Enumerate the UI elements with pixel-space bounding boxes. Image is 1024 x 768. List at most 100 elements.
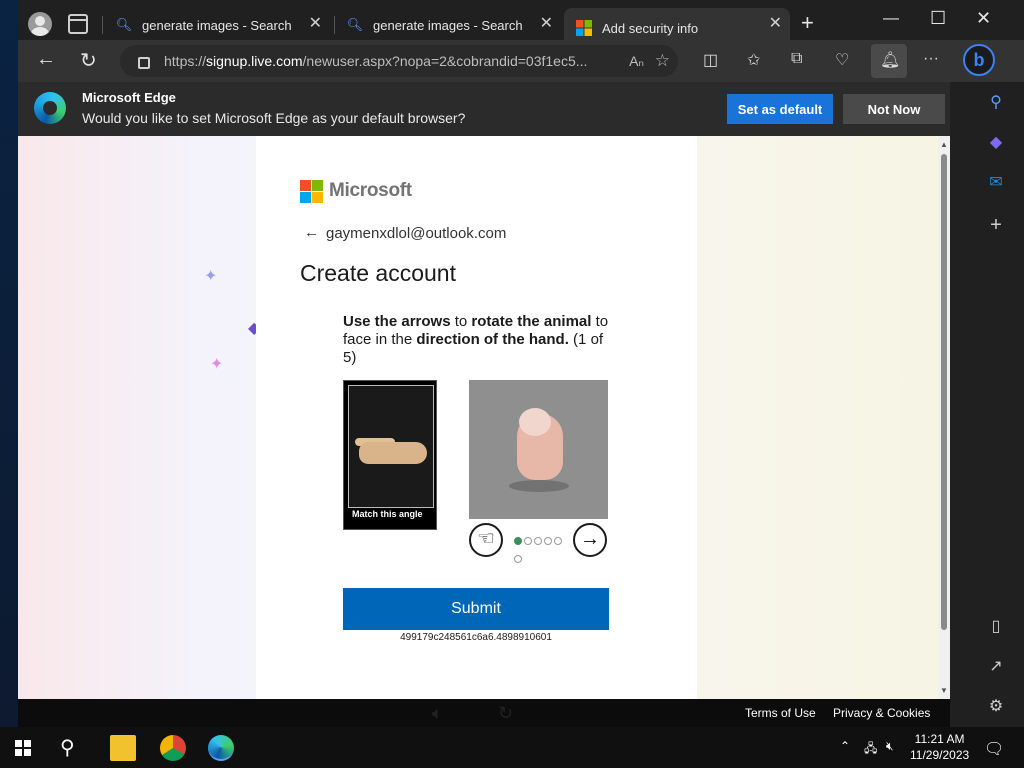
add-icon[interactable]: +	[968, 214, 1024, 237]
chevron-up-icon[interactable]: ⌃	[840, 739, 850, 753]
scroll-thumb[interactable]	[941, 154, 947, 630]
hide-sidebar-icon[interactable]: ▯	[968, 616, 1024, 636]
new-tab-icon[interactable]: +	[801, 12, 814, 34]
minimize-icon[interactable]: —	[883, 10, 899, 28]
progress-dots	[514, 532, 564, 568]
progress-dot	[514, 555, 522, 563]
signup-card: Microsoft ← gaymenxdlol@outlook.com Crea…	[256, 136, 697, 699]
copilot-icon[interactable]: ◆	[968, 132, 1024, 152]
match-angle-label: Match this angle	[352, 509, 423, 519]
address-bar[interactable]: https:// signup.live.com /newuser.aspx?n…	[120, 45, 678, 77]
more-icon[interactable]: ···	[923, 50, 939, 68]
chrome-icon[interactable]	[160, 735, 186, 761]
microsoft-wordmark: Microsoft	[329, 180, 412, 201]
maximize-icon[interactable]: ☐	[930, 8, 946, 29]
browser-window: 🔍︎ generate images - Search ✕ 🔍︎ generat…	[18, 0, 1024, 727]
tab-search-2[interactable]: 🔍︎ generate images - Search ✕	[335, 8, 561, 42]
rotate-right-button[interactable]: →	[573, 523, 607, 557]
search-icon[interactable]: ⚲	[60, 735, 86, 761]
edge-icon[interactable]	[208, 735, 234, 761]
search-icon: 🔍︎	[115, 17, 133, 32]
sparkle-decoration: ✦	[210, 356, 224, 373]
windows-start-icon[interactable]	[15, 740, 31, 756]
refresh-icon[interactable]: ↻	[80, 48, 97, 73]
url-path: /newuser.aspx?nopa=2&cobrandid=03f1ec5..…	[302, 53, 588, 69]
url-host: signup.live.com	[206, 53, 303, 69]
back-arrow-icon[interactable]: ←	[304, 224, 319, 241]
read-aloud-icon[interactable]: Aₙ	[629, 53, 644, 70]
url-prefix: https://	[164, 53, 207, 69]
file-explorer-icon[interactable]	[110, 735, 136, 761]
collections-icon[interactable]: ⧉	[791, 50, 802, 68]
system-clock[interactable]: 11:21 AM 11/29/2023	[910, 731, 969, 763]
infobar-message: Would you like to set Microsoft Edge as …	[82, 110, 466, 126]
instr-text-1: to	[450, 313, 472, 330]
animal-image	[469, 380, 608, 519]
page-footer: 🔈︎ ↻ Terms of Use Privacy & Cookies	[18, 699, 950, 727]
animal-shadow	[509, 480, 569, 492]
instr-bold-3: direction of the hand.	[416, 331, 569, 348]
notification-center-icon[interactable]: 🗨︎	[984, 739, 1004, 759]
split-screen-icon[interactable]: ◫	[703, 50, 718, 70]
tab-label: Add security info	[602, 20, 699, 36]
audio-challenge-icon[interactable]: 🔈︎	[432, 703, 443, 724]
submit-button[interactable]: Submit	[343, 588, 609, 630]
not-now-button[interactable]: Not Now	[843, 94, 945, 124]
progress-dot	[544, 537, 552, 545]
page-scrollbar[interactable]: ▲ ▼	[938, 136, 950, 699]
instr-bold-1: Use the arrows	[343, 313, 451, 330]
progress-dot	[514, 537, 522, 545]
settings-icon[interactable]: ⚙	[968, 696, 1024, 716]
hand-frame	[348, 385, 434, 508]
set-as-default-button[interactable]: Set as default	[727, 94, 833, 124]
reload-challenge-icon[interactable]: ↻	[498, 703, 513, 724]
lock-icon[interactable]	[138, 57, 150, 69]
close-window-icon[interactable]: ✕	[976, 8, 991, 29]
close-icon[interactable]: ✕	[769, 16, 782, 32]
windows-taskbar: ⚲ ⌃ 🖧︎ 🔇︎ 11:21 AM 11/29/2023 🗨︎	[0, 727, 1024, 768]
search-icon: 🔍︎	[346, 17, 364, 32]
infobar-title: Microsoft Edge	[82, 90, 176, 105]
profile-avatar[interactable]	[28, 12, 52, 36]
edge-sidebar: ⚲ ◆ ✉ + ▯ ↗ ⚙	[968, 82, 1024, 727]
progress-dot	[524, 537, 532, 545]
navigation-toolbar: ← ↻ https:// signup.live.com /newuser.as…	[18, 40, 1024, 82]
scroll-down-icon[interactable]: ▼	[940, 686, 948, 695]
network-icon[interactable]: 🖧︎	[864, 739, 877, 760]
animal-head	[519, 408, 551, 436]
back-icon[interactable]: ←	[36, 48, 56, 71]
reference-hand-image: Match this angle	[343, 380, 437, 530]
bing-copilot-icon[interactable]: b	[963, 44, 995, 76]
tab-label: generate images - Search	[373, 17, 523, 33]
page-content: ✦ ◆ ✦ Microsoft ← gaymenxdlol@outlook.co…	[18, 136, 950, 699]
outlook-icon[interactable]: ✉	[968, 172, 1024, 192]
session-id: 499179c248561c6a6.4898910601	[400, 632, 552, 643]
bell-icon[interactable]: 🔔︎	[880, 50, 900, 70]
tab-actions-icon[interactable]	[68, 14, 88, 34]
scroll-up-icon[interactable]: ▲	[940, 140, 948, 149]
tab-search-1[interactable]: 🔍︎ generate images - Search ✕	[104, 8, 330, 42]
search-icon[interactable]: ⚲	[968, 92, 1024, 112]
volume-muted-icon[interactable]: 🔇︎	[886, 739, 894, 754]
privacy-cookies-link[interactable]: Privacy & Cookies	[833, 706, 930, 720]
browser-essentials-icon[interactable]: ♡	[835, 50, 849, 70]
microsoft-logo-icon	[300, 180, 323, 203]
desktop-background	[0, 0, 18, 727]
close-icon[interactable]: ✕	[309, 16, 322, 32]
external-link-icon[interactable]: ↗	[968, 656, 1024, 676]
hand-icon	[359, 442, 427, 464]
clock-time: 11:21 AM	[914, 732, 965, 746]
puzzle-instructions: Use the arrows to rotate the animal to f…	[343, 313, 613, 367]
tab-label: generate images - Search	[142, 17, 292, 33]
favorites-icon[interactable]: ✩	[747, 50, 760, 70]
instr-bold-2: rotate the animal	[471, 313, 592, 330]
clock-date: 11/29/2023	[910, 748, 970, 762]
edge-logo-icon	[34, 92, 66, 124]
progress-dot	[554, 537, 562, 545]
progress-dot	[534, 537, 542, 545]
close-icon[interactable]: ✕	[540, 16, 553, 32]
rotate-left-button[interactable]: ☜	[469, 523, 503, 557]
favorite-star-icon[interactable]: ☆	[655, 51, 670, 71]
terms-of-use-link[interactable]: Terms of Use	[745, 706, 816, 720]
page-title: Create account	[300, 260, 456, 286]
